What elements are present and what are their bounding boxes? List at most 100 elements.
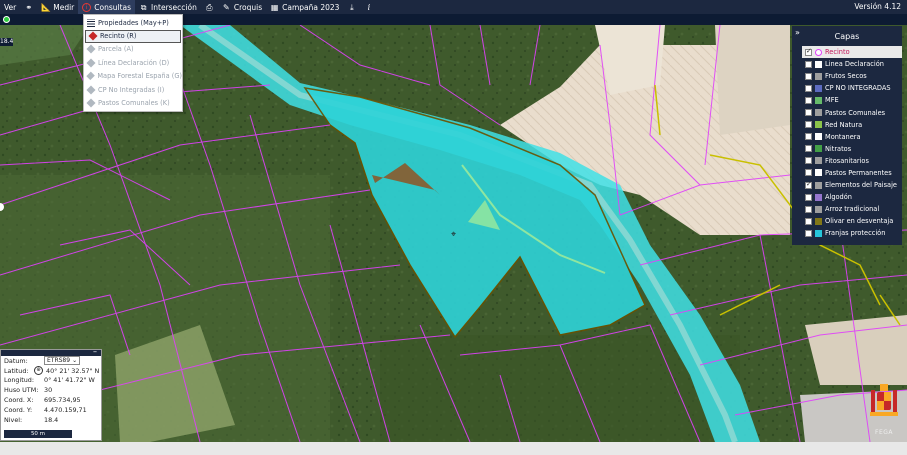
layer-label: Nitratos — [825, 144, 852, 153]
layer-item[interactable]: Linea Declaración — [792, 58, 902, 70]
layer-item[interactable]: Olivar en desventaja — [792, 215, 902, 227]
layer-checkbox[interactable] — [805, 180, 812, 189]
croquis-button[interactable]: ✎ Croquis — [218, 0, 266, 14]
calendar-icon: ▦ — [270, 2, 279, 12]
collapse-icon[interactable]: » — [795, 28, 800, 37]
consultas-button[interactable]: i Consultas — [78, 0, 136, 14]
layer-label: Algodón — [825, 193, 852, 202]
layer-label: Pastos Permanentes — [825, 168, 892, 177]
layer-item[interactable]: MFE — [792, 94, 902, 106]
layer-label: Elementos del Paisaje — [825, 181, 897, 190]
layer-swatch-icon — [815, 121, 822, 129]
layer-checkbox[interactable] — [805, 72, 812, 80]
interseccion-button[interactable]: ⧉ Intersección — [135, 0, 201, 14]
layer-item[interactable]: Recinto — [802, 46, 902, 59]
layer-swatch-icon — [815, 109, 822, 117]
datum-select[interactable]: ETRS89 ⌄ — [44, 356, 81, 366]
huso-row: Huso UTM: 30 — [1, 385, 101, 395]
layer-label: Olivar en desventaja — [825, 217, 894, 226]
fega-logo: FEGA — [867, 378, 901, 436]
layer-checkbox[interactable] — [805, 229, 812, 237]
layers-header: » Capas — [792, 26, 902, 46]
layer-item[interactable]: Franjas protección — [792, 227, 902, 239]
latitud-row: Latitud: ⊕ 40° 21' 32.57" N — [1, 366, 101, 376]
menu-item-parcela[interactable]: Parcela (A) — [84, 43, 182, 57]
download-button[interactable]: ⤓ — [343, 0, 360, 14]
binoculars-icon: ⚭ — [25, 2, 33, 12]
ver-button[interactable]: Ver — [0, 0, 20, 14]
layers-title: Capas — [834, 31, 860, 41]
medir-button[interactable]: 📐 Medir — [37, 0, 78, 14]
menu-item-label: CP No Integradas (I) — [98, 85, 165, 94]
menu-item-label: Propiedades (May+P) — [98, 18, 169, 27]
layer-item[interactable]: Frutos Secos — [792, 70, 902, 82]
layer-checkbox[interactable] — [805, 84, 812, 92]
layer-item[interactable]: Montanera — [792, 131, 902, 143]
nivel-label: Nivel: — [4, 415, 23, 424]
table-icon — [87, 18, 95, 27]
layer-item[interactable]: Algodón — [792, 191, 902, 203]
binoculars-button[interactable]: ⚭ — [20, 0, 37, 14]
layer-checkbox[interactable] — [805, 109, 812, 117]
fega-logo-text: FEGA — [875, 429, 893, 436]
coat-of-arms-icon — [870, 384, 898, 416]
menu-item-mapa-forestal[interactable]: Mapa Forestal España (G) — [84, 70, 182, 84]
top-toolbar: Ver ⚭ 📐 Medir i Consultas ⧉ Intersección ⎙ … — [0, 0, 907, 14]
longitud-label: Longitud: — [4, 376, 35, 385]
layer-swatch-icon — [815, 72, 822, 80]
layer-item[interactable]: Arroz tradicional — [792, 203, 902, 215]
layer-swatch-icon — [815, 217, 822, 225]
menu-item-propiedades[interactable]: Propiedades (May+P) — [84, 16, 182, 30]
nivel-row: Nivel: 18.4 — [1, 415, 101, 425]
layer-item[interactable]: Pastos Comunales — [792, 106, 902, 118]
layer-label: Fitosanitarios — [825, 156, 869, 165]
layer-checkbox[interactable] — [805, 133, 812, 141]
menu-item-pastos-comunales[interactable]: Pastos Comunales (K) — [84, 97, 182, 111]
croquis-label: Croquis — [233, 2, 263, 12]
layer-label: Pastos Comunales — [825, 108, 886, 117]
layer-item[interactable]: Fitosanitarios — [792, 155, 902, 167]
layer-checkbox[interactable] — [805, 47, 812, 56]
layer-checkbox[interactable] — [805, 60, 812, 68]
layer-checkbox[interactable] — [805, 205, 812, 213]
coordinates-header: – — [1, 347, 101, 356]
field-right — [715, 25, 790, 135]
medir-label: Medir — [53, 2, 75, 12]
help-button[interactable]: i — [360, 0, 377, 14]
datum-value: ETRS89 — [47, 357, 71, 365]
layer-swatch-icon — [815, 157, 822, 165]
menu-item-linea-declaracion[interactable]: Línea Declaración (D) — [84, 56, 182, 70]
layer-item[interactable]: CP NO INTEGRADAS — [792, 82, 902, 94]
layer-checkbox[interactable] — [805, 217, 812, 225]
print-icon: ⎙ — [206, 2, 213, 12]
coord-y-row: Coord. Y: 4.470.159,71 — [1, 405, 101, 415]
campana-button[interactable]: ▦ Campaña 2023 — [266, 0, 343, 14]
menu-item-label: Mapa Forestal España (G) — [97, 72, 182, 81]
layer-checkbox[interactable] — [805, 145, 812, 153]
layer-item[interactable]: Pastos Permanentes — [792, 167, 902, 179]
cursor-crosshair-icon: ⌖ — [451, 230, 457, 240]
print-button[interactable]: ⎙ — [201, 0, 218, 14]
layer-label: Linea Declaración — [825, 60, 884, 69]
latitud-value: 40° 21' 32.57" N — [46, 366, 100, 375]
layer-checkbox[interactable] — [805, 169, 812, 177]
menu-item-label: Recinto (R) — [100, 32, 137, 40]
coord-x-value: 695.734,95 — [44, 396, 81, 405]
layers-icon — [86, 71, 96, 81]
menu-item-cp-no-integradas[interactable]: CP No Integradas (I) — [84, 83, 182, 97]
layer-list: Recinto Linea Declaración Frutos Secos CP N… — [792, 46, 902, 240]
italic-info-icon: i — [367, 2, 371, 12]
layer-item[interactable]: Elementos del Paisaje — [792, 179, 902, 191]
layer-checkbox[interactable] — [805, 96, 812, 104]
layer-checkbox[interactable] — [805, 193, 812, 201]
datum-row: Datum: ETRS89 ⌄ — [1, 356, 101, 366]
layer-item[interactable]: Nitratos — [792, 143, 902, 155]
layers-icon — [86, 58, 96, 68]
intersection-icon: ⧉ — [140, 2, 147, 12]
coord-x-label: Coord. X: — [4, 396, 34, 405]
layer-checkbox[interactable] — [805, 121, 812, 129]
minimize-icon[interactable]: – — [93, 347, 97, 356]
menu-item-recinto[interactable]: Recinto (R) — [85, 29, 181, 43]
layer-item[interactable]: Red Natura — [792, 119, 902, 131]
layer-checkbox[interactable] — [805, 157, 812, 165]
